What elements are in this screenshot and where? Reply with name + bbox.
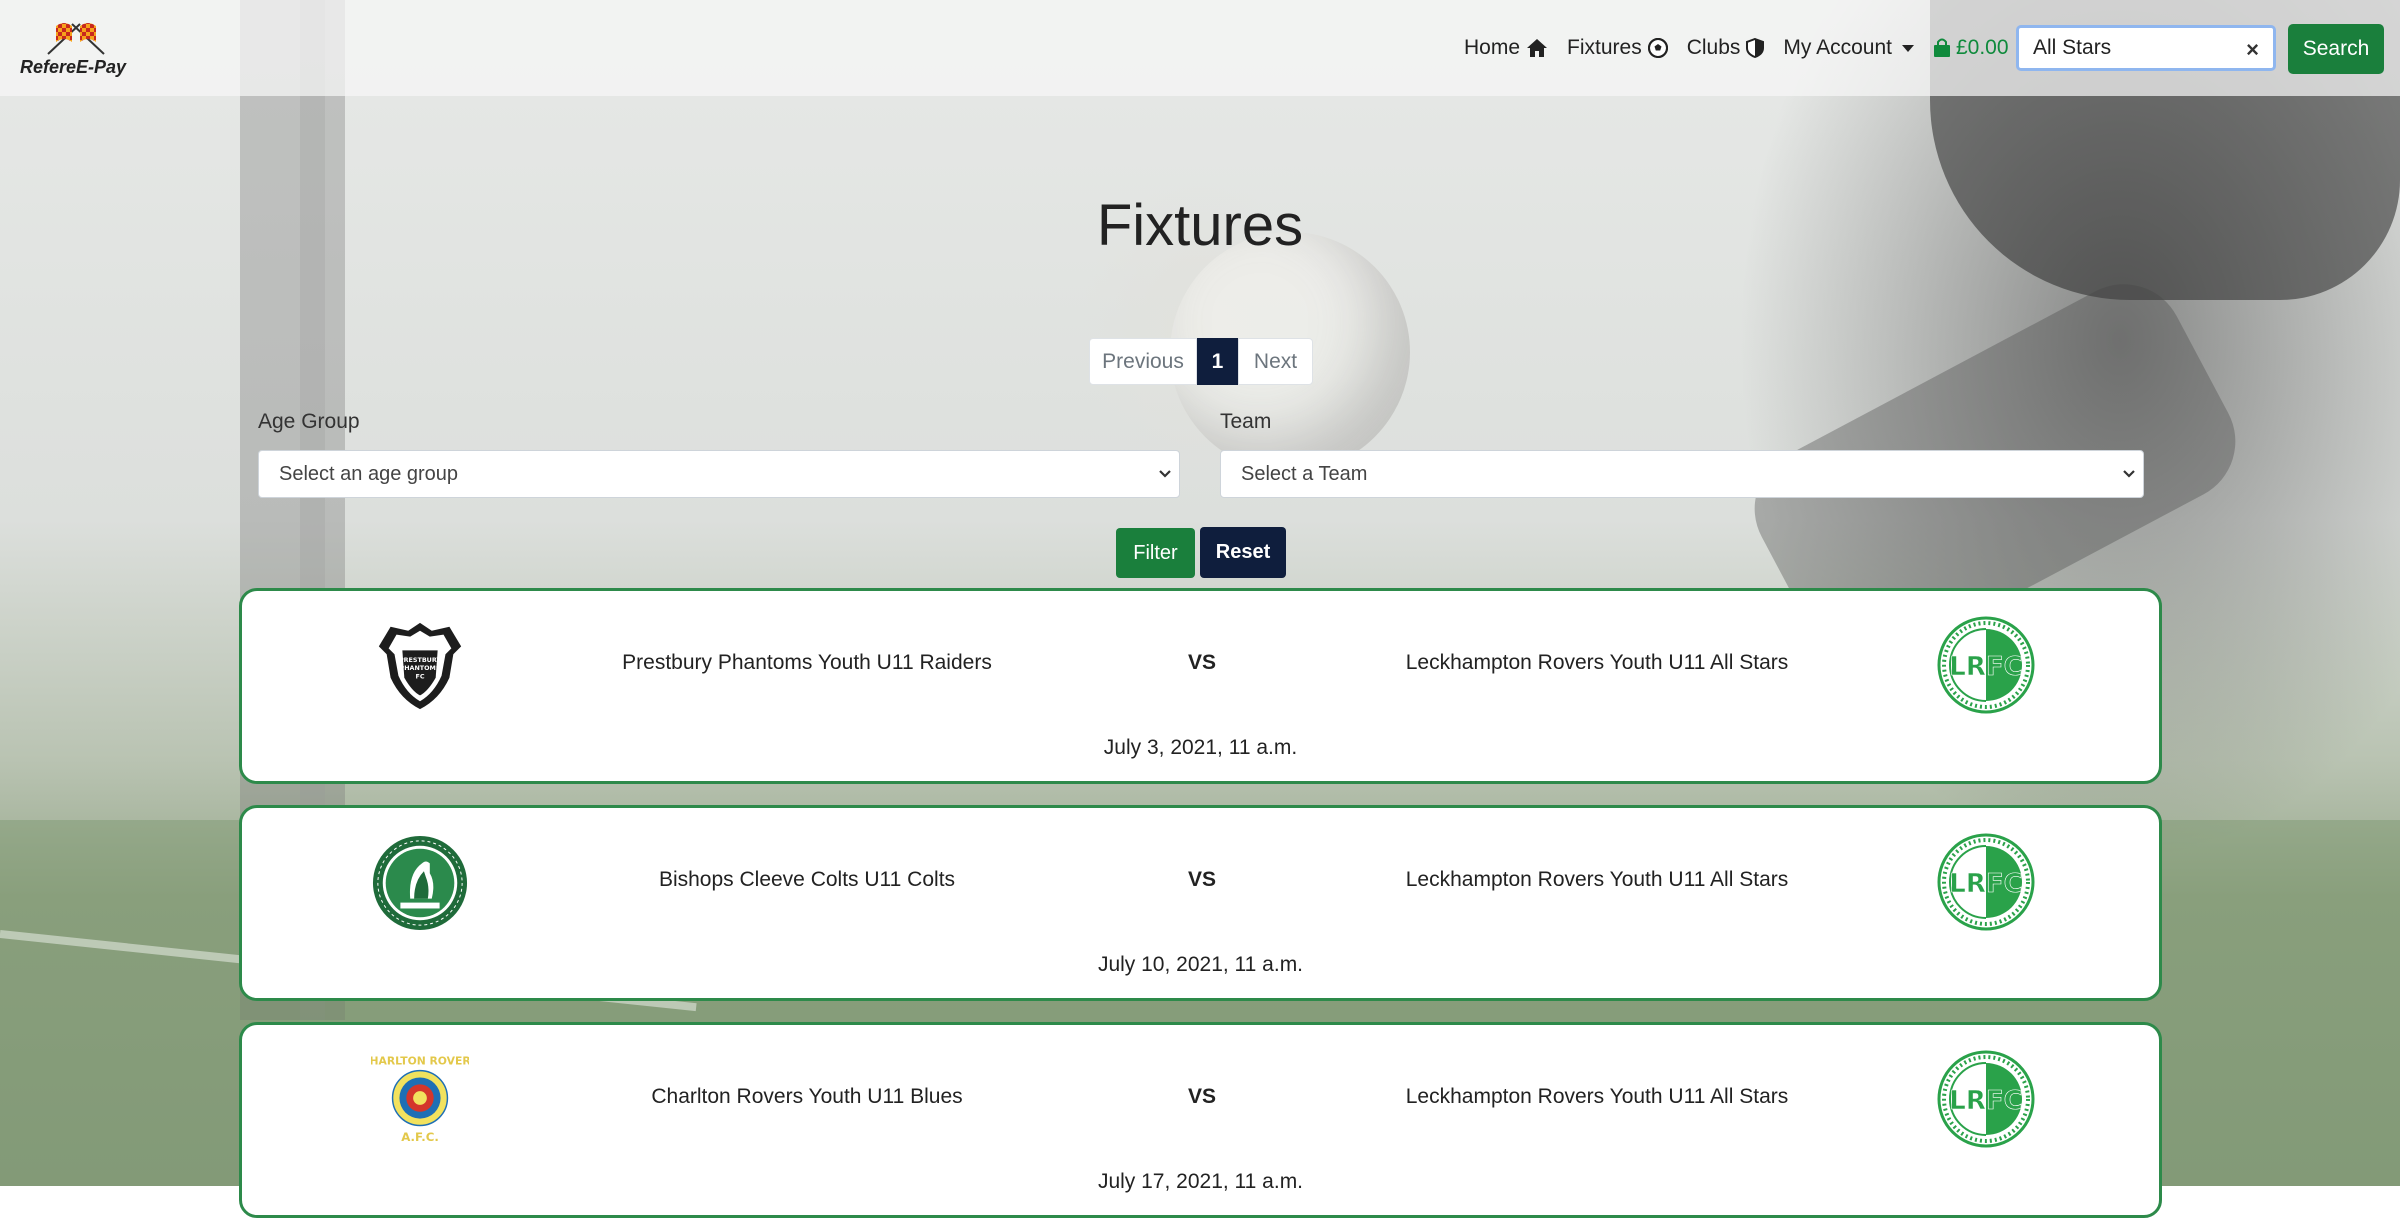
fixture-date: July 17, 2021, 11 a.m. — [1097, 1170, 1304, 1193]
fixture-card[interactable]: CHARLTON ROVERS A.F.C. Charlton Rovers Y… — [239, 1022, 2162, 1218]
home-team-name: Bishops Cleeve Colts U11 Colts — [658, 868, 956, 891]
home-team-name: Prestbury Phantoms Youth U11 Raiders — [622, 651, 992, 674]
chevron-down-icon — [2123, 470, 2135, 478]
shopping-bag-icon — [1933, 38, 1950, 57]
svg-text:A.F.C.: A.F.C. — [401, 1130, 439, 1144]
brand-name: RefereE-Pay — [20, 57, 127, 77]
nav-links: Home Fixtures Clubs My Account £0.00 — [1464, 30, 2021, 66]
nav-fixtures[interactable]: Fixtures — [1567, 36, 1668, 60]
charlton-rovers-logo: CHARLTON ROVERS A.F.C. — [371, 1055, 469, 1144]
svg-text:LRFC: LRFC — [1949, 652, 2022, 682]
nav-clubs-label: Clubs — [1686, 36, 1741, 59]
team-select[interactable]: Select a Team — [1220, 450, 2144, 498]
fixture-date: July 10, 2021, 11 a.m. — [1097, 953, 1304, 976]
pagination-page-1[interactable]: 1 — [1197, 338, 1238, 385]
svg-text:LRFC: LRFC — [1949, 1086, 2022, 1116]
fixture-date: July 3, 2021, 11 a.m. — [1103, 736, 1298, 759]
team-label: Team — [1220, 410, 1272, 433]
checkered-flags-icon — [47, 23, 105, 55]
away-team-name: Leckhampton Rovers Youth U11 All Stars — [1405, 651, 1789, 674]
cart-total: £0.00 — [1955, 36, 2009, 59]
filter-button[interactable]: Filter — [1116, 528, 1195, 578]
nav-my-account[interactable]: My Account — [1783, 36, 1914, 60]
versus-label: VS — [1187, 868, 1216, 891]
search-input-value: All Stars — [2033, 36, 2112, 59]
cart-link[interactable]: £0.00 — [1933, 36, 2009, 60]
clear-search-icon[interactable]: × — [2246, 37, 2259, 63]
prestbury-logo-text: PRESTBURY — [399, 656, 441, 664]
navbar: RefereE-Pay Home Fixtures Clubs My Accou… — [0, 0, 2400, 96]
leckhampton-rovers-logo: LRFC — [1937, 1050, 2035, 1148]
pagination-previous[interactable]: Previous — [1089, 338, 1197, 385]
page-title: Fixtures — [1096, 193, 1304, 258]
svg-text:PHANTOMS: PHANTOMS — [400, 664, 441, 672]
shield-icon — [1746, 38, 1765, 58]
nav-clubs[interactable]: Clubs — [1687, 36, 1765, 60]
age-group-select-value: Select an age group — [279, 462, 459, 485]
search-button[interactable]: Search — [2288, 24, 2384, 74]
nav-home[interactable]: Home — [1464, 36, 1548, 60]
reset-button[interactable]: Reset — [1200, 527, 1286, 578]
age-group-label: Age Group — [258, 410, 360, 433]
brand-logo[interactable]: RefereE-Pay — [20, 20, 132, 82]
pagination-next[interactable]: Next — [1238, 338, 1313, 385]
nav-fixtures-label: Fixtures — [1567, 36, 1642, 59]
search-input[interactable]: All Stars × — [2016, 25, 2276, 71]
fixture-card[interactable]: Bishops Cleeve Colts U11 Colts VS Leckha… — [239, 805, 2162, 1001]
bishops-cleeve-colts-logo — [372, 835, 468, 931]
away-team-name: Leckhampton Rovers Youth U11 All Stars — [1405, 868, 1789, 891]
leckhampton-rovers-logo: LRFC — [1937, 833, 2035, 931]
home-icon — [1526, 38, 1548, 58]
age-group-select[interactable]: Select an age group — [258, 450, 1180, 498]
svg-text:LRFC: LRFC — [1949, 869, 2022, 899]
svg-text:FC: FC — [415, 673, 424, 681]
caret-down-icon — [1901, 44, 1914, 52]
nav-my-account-label: My Account — [1783, 36, 1892, 59]
prestbury-phantoms-logo: PRESTBURY PHANTOMS FC — [378, 622, 462, 710]
football-icon — [1647, 38, 1668, 58]
team-select-value: Select a Team — [1241, 462, 1368, 485]
home-team-name: Charlton Rovers Youth U11 Blues — [651, 1085, 963, 1108]
chevron-down-icon — [1159, 470, 1171, 478]
pagination: Previous 1 Next — [1089, 338, 1313, 385]
away-team-name: Leckhampton Rovers Youth U11 All Stars — [1405, 1085, 1789, 1108]
charlton-logo-text: CHARLTON ROVERS — [371, 1055, 469, 1068]
nav-home-label: Home — [1464, 36, 1521, 59]
versus-label: VS — [1187, 1085, 1216, 1108]
versus-label: VS — [1187, 651, 1216, 674]
fixture-card[interactable]: PRESTBURY PHANTOMS FC Prestbury Phantoms… — [239, 588, 2162, 784]
leckhampton-rovers-logo: LRFC — [1937, 616, 2035, 714]
